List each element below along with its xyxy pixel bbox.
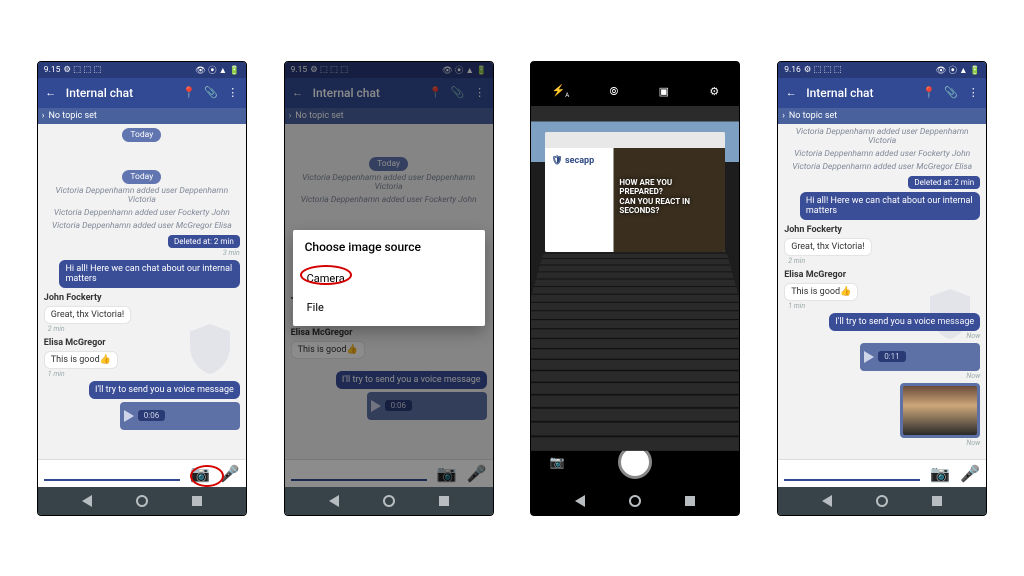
svg-text:S: S bbox=[941, 297, 959, 332]
app-bar: ← Internal chat 📍 📎 ⋮ bbox=[38, 78, 246, 108]
laptop-screen: 🛡 secapp HOW ARE YOU PREPARED? CAN YOU R… bbox=[545, 132, 725, 252]
screen-4-chat-with-image: 9.16⚙ ⬚ ⬚ ⬚ 👁 ⦿ ▲ 🔋 ← Internal chat 📍 📎 … bbox=[777, 61, 987, 516]
timer-icon[interactable]: ⦾ bbox=[609, 85, 618, 99]
status-icons-right: 👁 ⦿ ▲ 🔋 bbox=[195, 64, 240, 76]
more-icon[interactable]: ⋮ bbox=[226, 86, 240, 99]
nav-back-icon[interactable] bbox=[575, 495, 585, 507]
image-thumbnail bbox=[903, 386, 977, 435]
play-icon[interactable] bbox=[124, 410, 134, 422]
highlight-ring-camera bbox=[190, 465, 224, 487]
highlight-ring-camera-option bbox=[300, 265, 352, 285]
settings-icon[interactable]: ⚙ bbox=[709, 85, 719, 98]
message-input[interactable] bbox=[44, 465, 180, 481]
camera-icon[interactable]: 📷 bbox=[930, 464, 950, 483]
msg-in[interactable]: Great, thx Victoria! bbox=[784, 238, 871, 256]
app-bar: ← Internal chat 📍 📎 ⋮ bbox=[778, 78, 986, 108]
sender-name: John Fockerty bbox=[784, 225, 980, 235]
nav-home-icon[interactable] bbox=[876, 495, 888, 507]
watermark-shield: S bbox=[180, 314, 240, 384]
voice-duration: 0:06 bbox=[138, 410, 165, 421]
watermark-shield: S bbox=[920, 279, 980, 349]
voice-message[interactable]: 0:06 bbox=[120, 402, 240, 430]
switch-camera-icon[interactable]: ▣ bbox=[659, 85, 669, 98]
page-title: Internal chat bbox=[66, 86, 174, 100]
back-icon[interactable]: ← bbox=[44, 86, 58, 99]
camera-viewfinder[interactable]: 🛡 secapp HOW ARE YOU PREPARED? CAN YOU R… bbox=[531, 106, 739, 417]
nav-back-icon[interactable] bbox=[82, 495, 92, 507]
play-icon[interactable] bbox=[864, 351, 874, 363]
android-nav bbox=[38, 487, 246, 515]
system-note: Victoria Deppenhamn added user Deppenham… bbox=[784, 128, 980, 148]
android-nav bbox=[778, 487, 986, 515]
mic-icon[interactable]: 🎤 bbox=[960, 464, 980, 483]
deleted-badge: Deleted at: 2 min bbox=[168, 235, 240, 248]
msg-out[interactable]: Hi all! Here we can chat about our inter… bbox=[59, 260, 239, 288]
flash-icon[interactable]: ⚡A bbox=[552, 84, 570, 99]
laptop-keyboard bbox=[530, 254, 740, 451]
topic-bar[interactable]: › No topic set bbox=[778, 108, 986, 124]
chat-content: S Today Today Victoria Deppenhamn added … bbox=[38, 124, 246, 459]
nav-home-icon[interactable] bbox=[136, 495, 148, 507]
secapp-logo: 🛡 secapp bbox=[551, 156, 594, 166]
sender-name: John Fockerty bbox=[44, 293, 240, 303]
input-bar: 📷 🎤 bbox=[778, 459, 986, 487]
pin-icon[interactable]: 📍 bbox=[182, 86, 196, 99]
deleted-badge: Deleted at: 2 min bbox=[908, 176, 980, 189]
android-nav bbox=[531, 487, 739, 515]
chat-content: S Victoria Deppenhamn added user Deppenh… bbox=[778, 124, 986, 459]
clock: 9.16 bbox=[784, 65, 801, 75]
message-input[interactable] bbox=[784, 465, 920, 481]
hero-text: HOW ARE YOU PREPARED? CAN YOU REACT IN S… bbox=[619, 178, 717, 216]
system-note: Victoria Deppenhamn added user McGregor … bbox=[44, 222, 240, 232]
nav-recent-icon[interactable] bbox=[192, 496, 202, 506]
screen-2-dialog: 9.15⚙ ⬚ ⬚ ⬚ 👁 ⦿ ▲ 🔋 ← Internal chat 📍 📎 … bbox=[284, 61, 494, 516]
nav-recent-icon[interactable] bbox=[685, 496, 695, 506]
chevron-right-icon: › bbox=[42, 111, 45, 121]
system-note: Victoria Deppenhamn added user Deppenham… bbox=[44, 187, 240, 207]
back-icon[interactable]: ← bbox=[784, 86, 798, 99]
status-bar: 9.15⚙ ⬚ ⬚ ⬚ 👁 ⦿ ▲ 🔋 bbox=[38, 62, 246, 78]
nav-recent-icon[interactable] bbox=[932, 496, 942, 506]
option-file[interactable]: File bbox=[305, 293, 473, 322]
status-icons-left: ⚙ ⬚ ⬚ ⬚ bbox=[63, 65, 101, 75]
page-title: Internal chat bbox=[806, 86, 914, 100]
msg-in[interactable]: This is good👍 bbox=[784, 283, 858, 301]
gallery-icon[interactable]: 📷 bbox=[549, 454, 565, 470]
clip-icon[interactable]: 📎 bbox=[944, 86, 958, 99]
status-bar bbox=[531, 62, 739, 78]
camera-top-bar: ⚡A ⦾ ▣ ⚙ bbox=[531, 78, 739, 106]
system-note: Victoria Deppenhamn added user McGregor … bbox=[784, 163, 980, 173]
screen-3-camera: ⚡A ⦾ ▣ ⚙ 🛡 secapp HOW ARE YOU PREPARED? … bbox=[530, 61, 740, 516]
topic-text: No topic set bbox=[49, 111, 97, 121]
dialog-title: Choose image source bbox=[305, 240, 473, 254]
voice-duration: 0:11 bbox=[878, 351, 905, 362]
topic-bar[interactable]: › No topic set bbox=[38, 108, 246, 124]
date-pill: Today bbox=[122, 128, 161, 142]
svg-text:S: S bbox=[201, 332, 219, 367]
image-message[interactable] bbox=[900, 383, 980, 438]
nav-home-icon[interactable] bbox=[629, 495, 641, 507]
screen-1-chat: 9.15⚙ ⬚ ⬚ ⬚ 👁 ⦿ ▲ 🔋 ← Internal chat 📍 📎 … bbox=[37, 61, 247, 516]
system-note: Victoria Deppenhamn added user Fockerty … bbox=[784, 150, 980, 160]
msg-in[interactable]: This is good👍 bbox=[44, 351, 118, 369]
pin-icon[interactable]: 📍 bbox=[922, 86, 936, 99]
nav-back-icon[interactable] bbox=[822, 495, 832, 507]
status-bar: 9.16⚙ ⬚ ⬚ ⬚ 👁 ⦿ ▲ 🔋 bbox=[778, 62, 986, 78]
system-note: Victoria Deppenhamn added user Fockerty … bbox=[44, 209, 240, 219]
date-pill-2: Today bbox=[122, 170, 161, 184]
clock: 9.15 bbox=[44, 65, 61, 75]
timestamp: 3 min bbox=[44, 249, 240, 257]
clip-icon[interactable]: 📎 bbox=[204, 86, 218, 99]
msg-in[interactable]: Great, thx Victoria! bbox=[44, 306, 131, 324]
more-icon[interactable]: ⋮ bbox=[966, 86, 980, 99]
msg-out[interactable]: Hi all! Here we can chat about our inter… bbox=[800, 192, 980, 220]
